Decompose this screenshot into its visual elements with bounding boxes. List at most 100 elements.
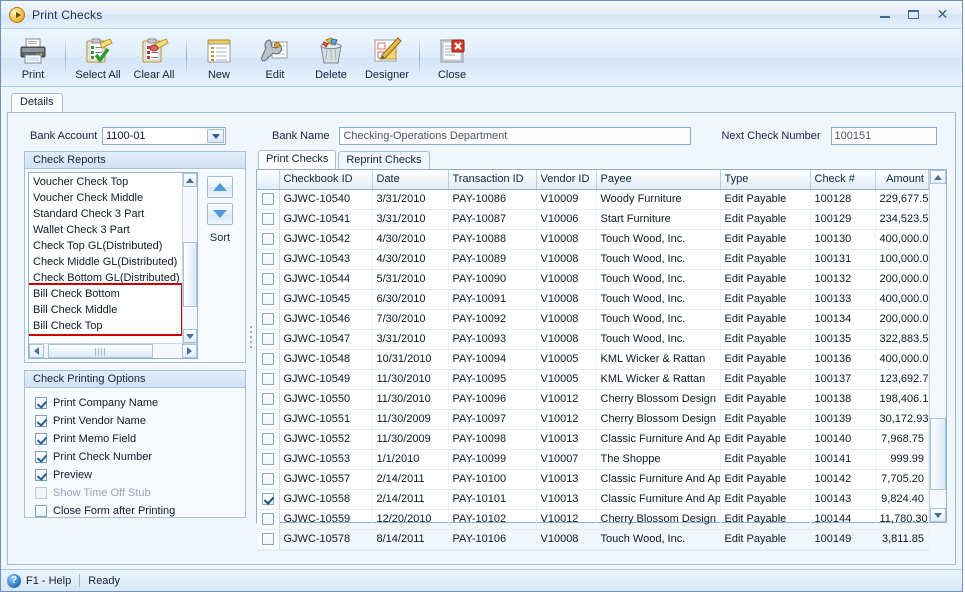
check-report-item[interactable]: Voucher Check Top [29,174,182,190]
table-row[interactable]: GJWC-10557 2/14/2011 PAY-10100 V10013 Classi… [257,469,929,490]
printing-option[interactable]: Print Vendor Name [35,412,245,430]
table-row[interactable]: GJWC-10553 1/1/2010 PAY-10099 V10007 The Sho… [257,449,929,470]
table-row[interactable]: GJWC-10559 12/20/2010 PAY-10102 V10012 Cherr… [257,509,929,530]
bank-name-field[interactable]: Checking-Operations Department [339,127,692,145]
grid-vscroll-thumb[interactable] [930,418,946,490]
table-row[interactable]: GJWC-10546 7/30/2010 PAY-10092 V10008 Touch … [257,309,929,330]
clear-all-button[interactable]: Clear All [126,31,182,86]
column-header[interactable]: Checkbook ID [279,170,373,190]
checkbox-icon[interactable] [261,533,274,546]
checkbox-icon[interactable] [35,397,47,409]
check-report-item[interactable]: Wallet Check 3 Part [29,222,182,238]
checkbox-icon[interactable] [261,313,274,326]
vscroll-track[interactable] [183,187,197,329]
move-down-button[interactable] [207,203,233,225]
select-all-button[interactable]: Select All [70,31,126,86]
table-row[interactable]: GJWC-10550 11/30/2010 PAY-10096 V10012 Cherr… [257,389,929,410]
tab-details[interactable]: Details [11,93,63,112]
checkbox-icon[interactable] [261,373,274,386]
column-header[interactable]: Transaction ID [448,170,537,190]
table-row[interactable]: GJWC-10578 8/14/2011 PAY-10106 V10008 Touch … [257,529,929,550]
maximize-button[interactable] [900,4,927,24]
scroll-up-button[interactable] [183,173,197,187]
table-row[interactable]: GJWC-10548 10/31/2010 PAY-10094 V10005 KML W… [257,349,929,370]
row-select-cell[interactable] [257,229,280,250]
printing-option[interactable]: Preview [35,466,245,484]
grid-scroll-up-button[interactable] [930,170,946,184]
column-header[interactable]: Check # [810,170,876,190]
table-row[interactable]: GJWC-10547 3/31/2010 PAY-10093 V10008 Touch … [257,329,929,350]
check-reports-vscrollbar[interactable] [182,173,197,343]
row-select-cell[interactable] [257,349,280,370]
checkbox-icon[interactable] [261,433,274,446]
close-form-button[interactable]: Close [424,31,480,86]
tab-print-checks[interactable]: Print Checks [258,150,337,169]
checkbox-icon[interactable] [261,473,274,486]
table-row[interactable]: GJWC-10544 5/31/2010 PAY-10090 V10008 Touch … [257,269,929,290]
delete-button[interactable]: Delete [303,31,359,86]
row-select-cell[interactable] [257,369,280,390]
chevron-down-icon[interactable] [207,129,224,143]
check-report-item[interactable]: Check Middle GL(Distributed) [29,254,182,270]
table-row[interactable]: GJWC-10541 3/31/2010 PAY-10087 V10006 Start … [257,209,929,230]
tab-reprint-checks[interactable]: Reprint Checks [338,151,430,169]
check-report-item[interactable]: Bill Check Middle [29,302,182,318]
checkbox-icon[interactable] [35,415,47,427]
checkbox-icon[interactable] [35,505,47,517]
printing-option[interactable]: Close Form after Printing [35,502,245,520]
table-row[interactable]: GJWC-10551 11/30/2009 PAY-10097 V10012 Cherr… [257,409,929,430]
checkbox-icon[interactable] [35,469,47,481]
vscroll-thumb[interactable] [183,242,197,307]
checkbox-icon[interactable] [261,233,274,246]
column-header[interactable]: Type [720,170,811,190]
row-select-cell[interactable] [257,449,280,470]
row-select-cell[interactable] [257,469,280,490]
column-header[interactable]: Date [372,170,449,190]
checkbox-icon[interactable] [261,213,274,226]
hscroll-thumb[interactable]: |||| [48,344,153,358]
checkbox-icon[interactable] [261,513,274,526]
column-header[interactable]: Payee [596,170,721,190]
column-header[interactable]: Vendor ID [536,170,597,190]
row-select-cell[interactable] [257,329,280,350]
row-select-cell[interactable] [257,289,280,310]
row-select-cell[interactable] [257,209,280,230]
check-report-item[interactable]: Check Bottom GL(Distributed) [29,270,182,286]
row-select-cell[interactable] [257,409,280,430]
table-row[interactable]: GJWC-10543 4/30/2010 PAY-10089 V10008 Touch … [257,249,929,270]
checkbox-icon[interactable] [261,493,274,506]
check-report-item[interactable]: Check Top GL(Distributed) [29,238,182,254]
row-select-cell[interactable] [257,489,280,510]
row-select-cell[interactable] [257,429,280,450]
check-report-item[interactable]: Bill Check Top [29,318,182,334]
printing-option[interactable]: Print Check Number [35,448,245,466]
checkbox-icon[interactable] [261,253,274,266]
row-select-cell[interactable] [257,509,280,530]
column-header[interactable] [257,170,280,190]
scroll-down-button[interactable] [183,329,197,343]
printing-option[interactable]: Print Company Name [35,394,245,412]
table-row[interactable]: GJWC-10542 4/30/2010 PAY-10088 V10008 Touch … [257,229,929,250]
help-icon[interactable]: ? [7,573,21,588]
table-row[interactable]: GJWC-10545 6/30/2010 PAY-10091 V10008 Touch … [257,289,929,310]
grid-vscrollbar[interactable] [929,170,946,522]
panel-splitter[interactable] [246,151,256,523]
checkbox-icon[interactable] [261,393,274,406]
checkbox-icon[interactable] [261,413,274,426]
new-button[interactable]: New [191,31,247,86]
row-select-cell[interactable] [257,249,280,270]
column-header[interactable]: Amount [875,170,929,190]
check-reports-listbox[interactable]: Voucher Check Top Voucher Check Middle Sta… [28,172,198,359]
check-report-item[interactable]: Bill Check Bottom [29,286,182,302]
grid-vscroll-track[interactable] [930,184,946,508]
close-button[interactable]: ✕ [929,4,956,24]
next-check-number-field[interactable]: 100151 [830,127,937,145]
printing-option[interactable]: Print Memo Field [35,430,245,448]
checkbox-icon[interactable] [35,433,47,445]
help-label[interactable]: F1 - Help [26,575,71,587]
checkbox-icon[interactable] [261,293,274,306]
checkbox-icon[interactable] [261,453,274,466]
checkbox-icon[interactable] [261,273,274,286]
row-select-cell[interactable] [257,389,280,410]
scroll-left-button[interactable] [29,344,44,358]
